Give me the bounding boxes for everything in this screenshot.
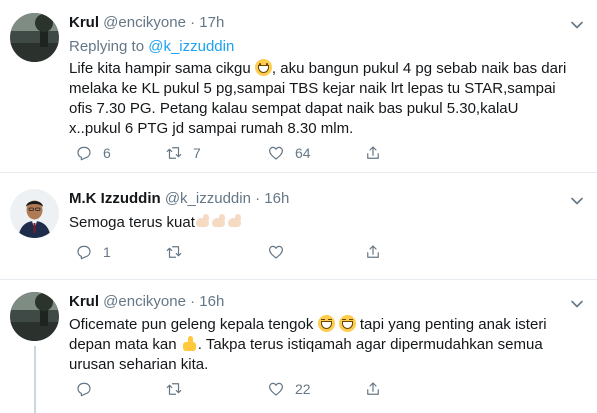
tweet-text-part: Semoga terus kuat	[69, 214, 195, 231]
grinning-face-emoji	[254, 59, 272, 76]
reply-button[interactable]: 6	[75, 143, 111, 163]
thread-line	[34, 346, 36, 413]
heart-icon	[269, 382, 283, 396]
avatar[interactable]	[10, 13, 59, 62]
reply-icon	[77, 382, 91, 397]
tweet-header: Krul @encikyone · 16h	[69, 293, 224, 310]
tweet-header: Krul @encikyone · 17h	[69, 14, 224, 31]
retweet-button[interactable]	[165, 242, 193, 262]
like-count: 22	[295, 381, 311, 397]
user-handle[interactable]: @encikyone	[103, 14, 186, 31]
display-name[interactable]: M.K Izzuddin	[69, 190, 161, 207]
replying-prefix: Replying to	[69, 38, 145, 55]
tweet-actions: 22	[69, 379, 389, 399]
retweet-button[interactable]	[165, 379, 193, 399]
heart-icon	[269, 146, 283, 160]
tweet-actions: 6 7 64	[69, 143, 389, 163]
retweet-icon	[166, 246, 182, 258]
share-button[interactable]	[364, 379, 382, 399]
retweet-count: 7	[193, 145, 201, 161]
user-handle[interactable]: @k_izzuddin	[165, 190, 251, 207]
user-handle[interactable]: @encikyone	[103, 293, 186, 310]
reply-icon	[77, 146, 91, 161]
tweet-1[interactable]: Krul @encikyone · 17h Replying to @k_izz…	[0, 0, 597, 172]
retweet-icon	[166, 147, 182, 159]
share-icon	[367, 245, 379, 258]
timestamp[interactable]: 16h	[199, 293, 224, 310]
tweet-text: Oficemate pun geleng kepala tengok tapi …	[69, 315, 569, 375]
like-button[interactable]: 64	[267, 143, 311, 163]
tweet-text-part: Oficemate pun geleng kepala tengok	[69, 316, 318, 333]
tweet-3[interactable]: Krul @encikyone · 16h Oficemate pun gele…	[0, 280, 597, 413]
laughing-face-emoji	[317, 315, 335, 332]
reply-button[interactable]	[75, 379, 103, 399]
display-name[interactable]: Krul	[69, 293, 99, 310]
separator: ·	[190, 293, 196, 310]
reply-count: 6	[103, 145, 111, 161]
chevron-down-icon[interactable]	[569, 296, 585, 312]
tweet-2[interactable]: M.K Izzuddin @k_izzuddin · 16h Semoga te…	[0, 173, 597, 278]
replying-to-link[interactable]: @k_izzuddin	[148, 38, 234, 55]
reply-button[interactable]: 1	[75, 242, 111, 262]
laughing-face-emoji	[338, 315, 356, 332]
share-icon	[367, 146, 379, 159]
avatar[interactable]	[10, 189, 59, 238]
avatar[interactable]	[10, 292, 59, 341]
share-button[interactable]	[364, 143, 382, 163]
flexed-biceps-emoji	[227, 214, 242, 229]
timestamp[interactable]: 16h	[264, 190, 289, 207]
tweet-header: M.K Izzuddin @k_izzuddin · 16h	[69, 190, 289, 207]
reply-icon	[77, 245, 91, 260]
flexed-biceps-emoji	[195, 214, 210, 229]
chevron-down-icon[interactable]	[569, 193, 585, 209]
retweet-button[interactable]: 7	[165, 143, 201, 163]
retweet-icon	[166, 383, 182, 395]
replying-to: Replying to @k_izzuddin	[69, 38, 234, 55]
share-button[interactable]	[364, 242, 382, 262]
heart-icon	[269, 245, 283, 259]
tweet-text: Life kita hampir sama cikgu , aku bangun…	[69, 59, 569, 139]
flexed-biceps-emoji	[211, 214, 226, 229]
tweet-text: Semoga terus kuat	[69, 213, 569, 233]
like-button[interactable]	[267, 242, 295, 262]
chevron-down-icon[interactable]	[569, 17, 585, 33]
timestamp[interactable]: 17h	[199, 14, 224, 31]
share-icon	[367, 382, 379, 395]
reply-count: 1	[103, 244, 111, 260]
separator: ·	[255, 190, 261, 207]
separator: ·	[190, 14, 196, 31]
tweet-text-part: Life kita hampir sama cikgu	[69, 60, 255, 77]
thumbs-up-emoji	[181, 335, 198, 352]
like-count: 64	[295, 145, 311, 161]
tweet-actions: 1	[69, 242, 389, 262]
display-name[interactable]: Krul	[69, 14, 99, 31]
like-button[interactable]: 22	[267, 379, 311, 399]
